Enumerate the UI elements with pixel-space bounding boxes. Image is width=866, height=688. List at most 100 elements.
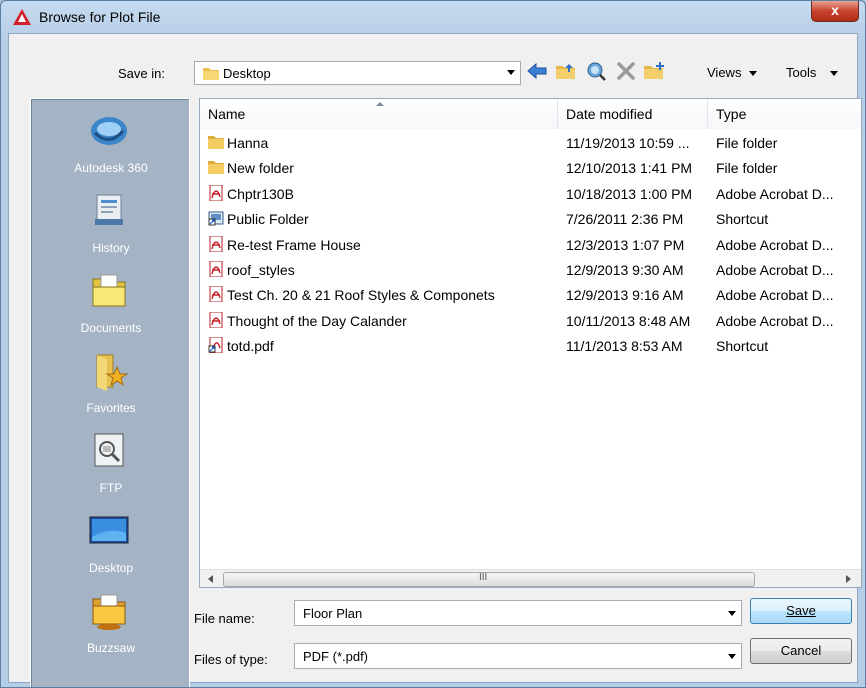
place-label: Autodesk 360 (74, 161, 148, 175)
table-row[interactable]: Hanna 11/19/2013 10:59 ... File folder (200, 131, 861, 156)
table-row[interactable]: Chptr130B 10/18/2013 1:00 PM Adobe Acrobat… (200, 182, 861, 207)
file-name-cell: Thought of the Day Calander (227, 312, 407, 329)
file-date-cell: 12/3/2013 1:07 PM (566, 236, 685, 253)
pdf-icon (209, 235, 223, 252)
pdf-icon (209, 261, 223, 277)
table-row[interactable]: Thought of the Day Calander 10/11/2013 8:… (200, 309, 861, 334)
column-header-type[interactable]: Type (708, 99, 861, 129)
tools-label: Tools (786, 65, 817, 80)
history-icon (95, 194, 123, 225)
up-folder-icon[interactable] (555, 61, 577, 81)
scroll-right-icon[interactable] (846, 575, 851, 583)
place-desktop[interactable]: Desktop (31, 511, 191, 591)
search-web-icon[interactable] (585, 61, 607, 81)
save-button-label: Save (786, 603, 816, 618)
documents-folder-icon (92, 274, 126, 307)
file-type-cell: Adobe Acrobat D... (716, 262, 834, 278)
chevron-down-icon (830, 71, 839, 77)
place-label: FTP (99, 481, 123, 495)
pdf-icon (209, 286, 223, 303)
favorites-folder-icon (96, 354, 129, 391)
save-in-dropdown[interactable]: Desktop (194, 61, 521, 85)
pdf-icon (209, 184, 223, 201)
place-documents[interactable]: Documents (31, 271, 191, 351)
dialog-body: Save in: Desktop Views Tools Autodesk 36… (8, 33, 862, 687)
new-folder-icon[interactable] (643, 61, 665, 81)
chevron-down-icon (728, 654, 736, 659)
cancel-button[interactable]: Cancel (750, 638, 852, 664)
scrollbar-thumb[interactable]: III (223, 572, 755, 587)
place-label: Desktop (88, 561, 134, 575)
place-buzzsaw[interactable]: Buzzsaw (31, 591, 191, 671)
file-type-cell: Shortcut (716, 338, 769, 355)
back-arrow-icon[interactable] (526, 61, 548, 81)
column-header-label: Date modified (566, 106, 653, 122)
delete-icon[interactable] (615, 61, 637, 81)
table-row[interactable]: Re-test Frame House 12/3/2013 1:07 PM Adob… (200, 233, 861, 258)
file-type-cell: Adobe Acrobat D... (716, 236, 834, 253)
desktop-icon (89, 516, 129, 544)
place-label: Favorites (86, 401, 136, 415)
ftp-icon (94, 433, 124, 467)
file-date-cell: 10/18/2013 1:00 PM (566, 185, 693, 202)
scroll-left-icon[interactable] (208, 575, 213, 583)
table-row[interactable]: Test Ch. 20 & 21 Roof Styles & Componets… (200, 283, 861, 308)
file-date-cell: 7/26/2011 2:36 PM (566, 211, 684, 228)
place-favorites[interactable]: Favorites (31, 351, 191, 431)
file-name-cell: Hanna (227, 135, 269, 151)
autodesk-360-icon (91, 117, 127, 145)
table-row[interactable]: totd.pdf 11/1/2013 8:53 AM Shortcut (200, 334, 861, 359)
folder-icon (208, 136, 224, 149)
file-type-cell: Adobe Acrobat D... (716, 287, 834, 304)
tools-menu[interactable]: Tools (786, 65, 839, 80)
buzzsaw-icon (92, 594, 126, 630)
table-row[interactable]: Public Folder 7/26/2011 2:36 PM Shortcut (200, 207, 861, 232)
place-history[interactable]: History (31, 191, 191, 271)
save-in-label: Save in: (118, 66, 165, 81)
column-header-name[interactable]: Name (200, 99, 558, 129)
file-name-cell: New folder (227, 160, 294, 177)
place-label: History (92, 241, 130, 255)
place-label: Buzzsaw (86, 641, 136, 655)
column-header-label: Type (716, 106, 747, 122)
place-ftp[interactable]: FTP (31, 431, 191, 511)
chevron-down-icon (749, 71, 758, 77)
window-title: Browse for Plot File (39, 9, 161, 25)
autocad-app-icon (13, 9, 31, 25)
table-row[interactable]: roof_styles 12/9/2013 9:30 AM Adobe Acroba… (200, 258, 861, 283)
title-bar: Browse for Plot File x (1, 1, 865, 33)
file-type-cell: File folder (716, 160, 778, 177)
horizontal-scrollbar[interactable]: III (200, 569, 861, 587)
chevron-down-icon[interactable] (728, 611, 736, 616)
file-date-cell: 12/10/2013 1:41 PM (566, 160, 693, 177)
save-button[interactable]: Save (750, 598, 852, 624)
save-in-value: Desktop (223, 66, 271, 81)
file-date-cell: 11/1/2013 8:53 AM (566, 338, 683, 355)
sort-ascending-icon (376, 102, 384, 106)
shortcut-icon (208, 211, 224, 226)
file-type-cell: Shortcut (716, 211, 769, 228)
file-name-cell: roof_styles (227, 262, 295, 278)
file-type-value: PDF (*.pdf) (303, 649, 369, 664)
file-name-cell: Re-test Frame House (227, 236, 361, 253)
column-header-date[interactable]: Date modified (558, 99, 708, 129)
places-bar: Autodesk 360 History Documents Favorites… (30, 98, 191, 687)
pdf-icon (209, 311, 223, 328)
file-name-cell: Public Folder (227, 211, 309, 228)
file-type-cell: Adobe Acrobat D... (716, 185, 834, 202)
chevron-down-icon (507, 70, 515, 75)
pdf-shortcut-icon (208, 337, 223, 354)
place-label: Documents (80, 321, 142, 335)
close-button[interactable]: x (811, 1, 859, 22)
file-type-dropdown[interactable]: PDF (*.pdf) (294, 643, 742, 669)
file-date-cell: 11/19/2013 10:59 ... (566, 135, 690, 151)
file-name-label: File name: (194, 611, 255, 626)
table-row[interactable]: New folder 12/10/2013 1:41 PM File folder (200, 156, 861, 181)
file-type-cell: File folder (716, 135, 778, 151)
file-date-cell: 10/11/2013 8:48 AM (566, 312, 691, 329)
file-list: Name Date modified Type Hanna 11/19/2013 … (199, 98, 862, 588)
place-autodesk-360[interactable]: Autodesk 360 (31, 111, 191, 191)
file-name-value: Floor Plan (303, 606, 363, 621)
file-name-input[interactable]: Floor Plan (294, 600, 742, 626)
views-menu[interactable]: Views (707, 65, 758, 80)
